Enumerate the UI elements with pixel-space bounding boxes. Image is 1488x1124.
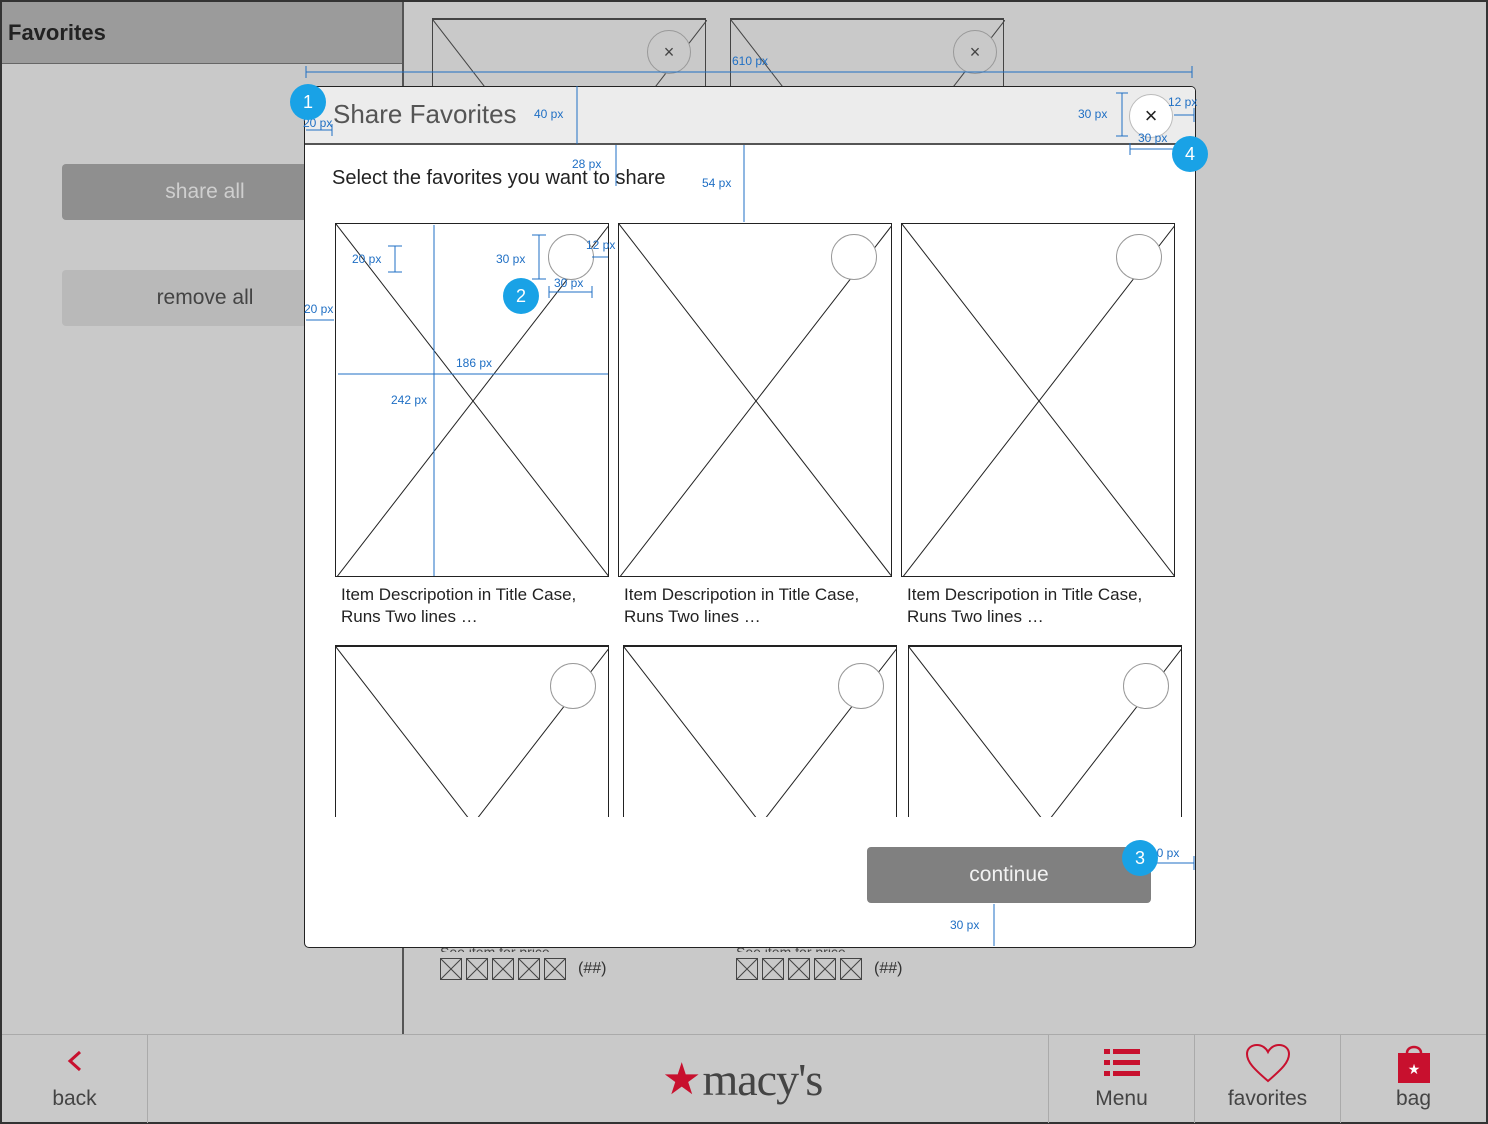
close-icon: × (969, 41, 981, 62)
modal-header: Share Favorites × (305, 87, 1195, 145)
star-icon (762, 958, 784, 980)
rating-stars: (##) (736, 958, 902, 980)
spec-close-right: 12 px (1168, 95, 1198, 109)
star-icon (466, 958, 488, 980)
heart-icon (1245, 1043, 1290, 1083)
select-item-checkbox[interactable] (1116, 234, 1162, 280)
callout-badge-2: 2 (503, 278, 539, 314)
spec-close-width: 30 px (1138, 131, 1168, 145)
favorites-grid-scroll-area[interactable] (333, 645, 1193, 817)
star-icon (544, 958, 566, 980)
spec-close-size: 30 px (1078, 107, 1108, 121)
favorite-item-card[interactable] (618, 223, 892, 577)
favorites-button[interactable]: favorites (1194, 1035, 1340, 1123)
macys-logo[interactable]: ★ macy's (662, 1053, 823, 1106)
spec-continue-bottom: 30 px (950, 918, 980, 932)
spec-circle-top: 20 px (352, 252, 382, 266)
favorite-item-card[interactable] (901, 223, 1175, 577)
spec-grid-left: 20 px (304, 302, 334, 316)
remove-favorite-button[interactable]: × (647, 30, 691, 74)
modal-title: Share Favorites (333, 99, 517, 129)
star-icon (492, 958, 514, 980)
select-item-checkbox[interactable] (831, 234, 877, 280)
bag-label: bag (1395, 1087, 1432, 1110)
svg-text:★: ★ (1407, 1062, 1420, 1078)
spec-circle-width: 30 px (554, 276, 584, 290)
chevron-left-icon (67, 1050, 81, 1072)
shopping-bag-icon: ★ (1397, 1045, 1430, 1083)
favorites-label: favorites (1227, 1087, 1308, 1110)
back-button[interactable]: back (2, 1035, 148, 1123)
favorite-item-card[interactable] (908, 645, 1182, 817)
brand-name: macy's (702, 1054, 823, 1105)
callout-badge-4: 4 (1172, 136, 1208, 172)
spec-item-height: 242 px (391, 393, 428, 407)
star-icon (840, 958, 862, 980)
star-icon (518, 958, 540, 980)
continue-button[interactable]: continue (867, 847, 1151, 903)
modal-instructions: Select the favorites you want to share (332, 167, 666, 189)
menu-icon (1103, 1049, 1140, 1076)
spec-circle-size: 30 px (496, 252, 526, 266)
select-item-checkbox[interactable] (1123, 663, 1169, 709)
star-icon (814, 958, 836, 980)
menu-label: Menu (1095, 1087, 1148, 1110)
menu-button[interactable]: Menu (1048, 1035, 1194, 1123)
favorite-item-card[interactable] (335, 645, 609, 817)
favorite-item-card[interactable] (623, 645, 897, 817)
review-count: (##) (578, 960, 607, 977)
star-logo-icon: ★ (662, 1055, 701, 1104)
sidebar-header: Favorites (2, 2, 402, 64)
rating-stars: (##) (440, 958, 606, 980)
close-icon: × (663, 41, 675, 62)
review-count: (##) (874, 960, 903, 977)
star-icon (736, 958, 758, 980)
close-icon: × (1144, 103, 1158, 128)
bag-button[interactable]: ★ bag (1340, 1035, 1486, 1123)
continue-label: continue (969, 863, 1049, 886)
bottom-nav-bar: back ★ macy's Menu favorites ★ bag (2, 1034, 1486, 1123)
back-label: back (52, 1087, 97, 1110)
item-description: Item Descripotion in Title Case, Runs Tw… (341, 585, 577, 626)
star-icon (788, 958, 810, 980)
spec-grid-top: 54 px (702, 176, 732, 190)
share-favorites-modal: Share Favorites × Select the favorites y… (304, 86, 1196, 948)
spec-subtitle-top: 28 px (572, 157, 602, 171)
select-item-checkbox[interactable] (838, 663, 884, 709)
item-description: Item Descripotion in Title Case, Runs Tw… (624, 585, 860, 626)
item-description: Item Descripotion in Title Case, Runs Tw… (907, 585, 1143, 626)
remove-favorite-button[interactable]: × (953, 30, 997, 74)
callout-badge-1: 1 (290, 84, 326, 120)
callout-badge-3: 3 (1122, 840, 1158, 876)
spec-item-width: 186 px (456, 356, 493, 370)
spec-modal-width: 610 px (732, 54, 769, 68)
spec-circle-right: 12 px (586, 238, 616, 252)
sidebar-title: Favorites (8, 20, 106, 45)
select-item-checkbox[interactable] (550, 663, 596, 709)
spec-header-height: 40 px (534, 107, 564, 121)
star-icon (440, 958, 462, 980)
